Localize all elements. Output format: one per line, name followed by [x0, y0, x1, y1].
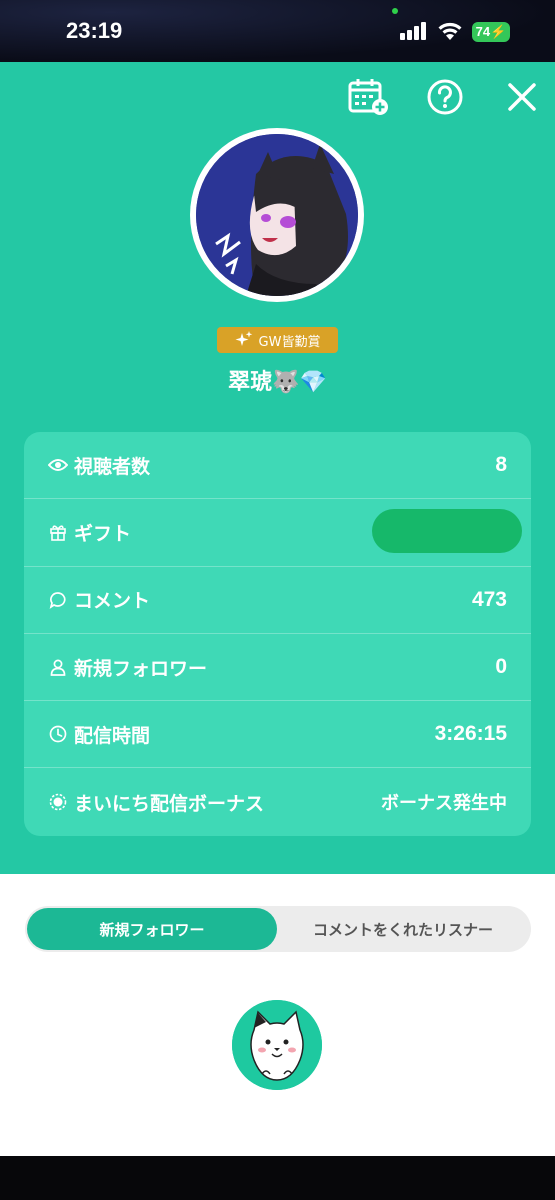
- wifi-icon: [438, 22, 462, 40]
- calendar-add-icon[interactable]: [345, 74, 391, 120]
- stream-time-label: 配信時間: [74, 724, 151, 747]
- comment-icon: [48, 590, 68, 610]
- stat-row-gift: ギフト: [24, 499, 531, 567]
- achievement-badge: GW皆勤賞: [217, 327, 338, 353]
- streamer-avatar-image: [196, 134, 358, 296]
- eye-icon: [48, 455, 68, 475]
- new-followers-value: 0: [495, 655, 507, 679]
- stat-row-new-followers: 新規フォロワー 0: [24, 634, 531, 702]
- streamer-name: 翠琥🐺💎: [228, 370, 327, 395]
- stream-summary-panel: GW皆勤賞 翠琥🐺💎 視聴者数 8 ギフト コメント 473 新規フォロワー 0…: [0, 62, 555, 874]
- comment-value: 473: [471, 587, 507, 611]
- background-footer: [0, 1156, 555, 1200]
- clock-icon: [48, 724, 68, 744]
- follower-avatar-image: [232, 1000, 322, 1090]
- help-icon[interactable]: [422, 74, 468, 120]
- viewers-label: 視聴者数: [74, 455, 151, 478]
- new-followers-label: 新規フォロワー: [74, 657, 208, 680]
- viewers-value: 8: [495, 453, 507, 477]
- stat-row-stream-time: 配信時間 3:26:15: [24, 701, 531, 769]
- stats-card: 視聴者数 8 ギフト コメント 473 新規フォロワー 0 配信時間 3:26:…: [24, 432, 531, 836]
- camera-indicator: [392, 8, 398, 14]
- stat-row-daily-bonus: まいにち配信ボーナス ボーナス発生中: [24, 768, 531, 835]
- sparkle-icon: [235, 331, 252, 346]
- gift-icon: [48, 522, 68, 542]
- stat-row-viewers: 視聴者数 8: [24, 432, 531, 500]
- tab-new-followers[interactable]: 新規フォロワー: [27, 908, 277, 950]
- daily-bonus-label: まいにち配信ボーナス: [74, 792, 265, 815]
- close-icon[interactable]: [499, 74, 545, 120]
- battery-indicator: 74⚡: [472, 22, 510, 42]
- listener-section: 新規フォロワー コメントをくれたリスナー: [0, 874, 555, 1156]
- follower-avatar[interactable]: [232, 1000, 322, 1090]
- stat-row-comment: コメント 473: [24, 567, 531, 634]
- redaction-mark: [372, 509, 522, 554]
- comment-label: コメント: [74, 590, 151, 613]
- daily-bonus-value: ボーナス発生中: [381, 793, 507, 815]
- badge-label: GW皆勤賞: [258, 334, 321, 350]
- status-time: 23:19: [66, 18, 123, 43]
- person-icon: [48, 657, 68, 677]
- listener-tabs: 新規フォロワー コメントをくれたリスナー: [25, 906, 531, 952]
- status-bar: 23:19 74⚡: [0, 0, 555, 62]
- tab-commenters[interactable]: コメントをくれたリスナー: [277, 908, 529, 950]
- stream-time-value: 3:26:15: [434, 722, 507, 746]
- streamer-avatar: [190, 128, 364, 302]
- cellular-signal-icon: [400, 22, 428, 40]
- sun-badge-icon: [48, 792, 68, 812]
